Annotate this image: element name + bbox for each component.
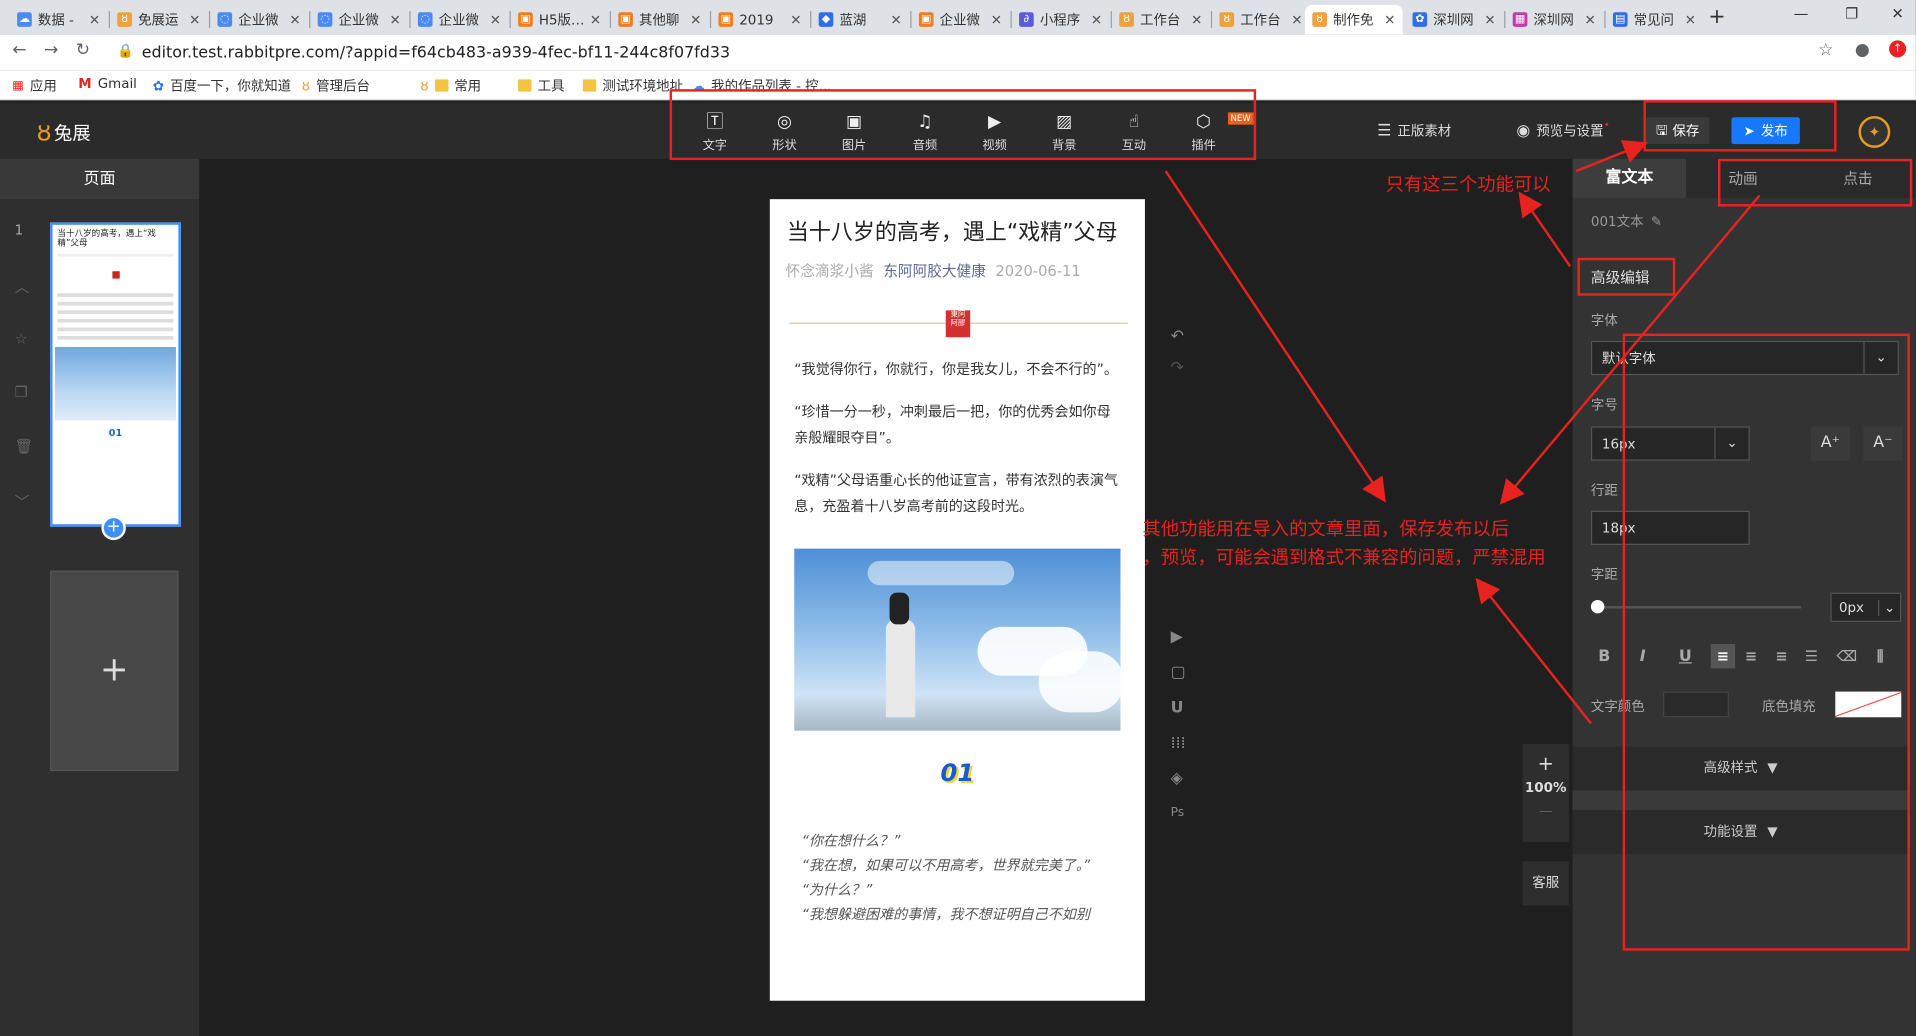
annotation-arrows [1164, 140, 1761, 725]
